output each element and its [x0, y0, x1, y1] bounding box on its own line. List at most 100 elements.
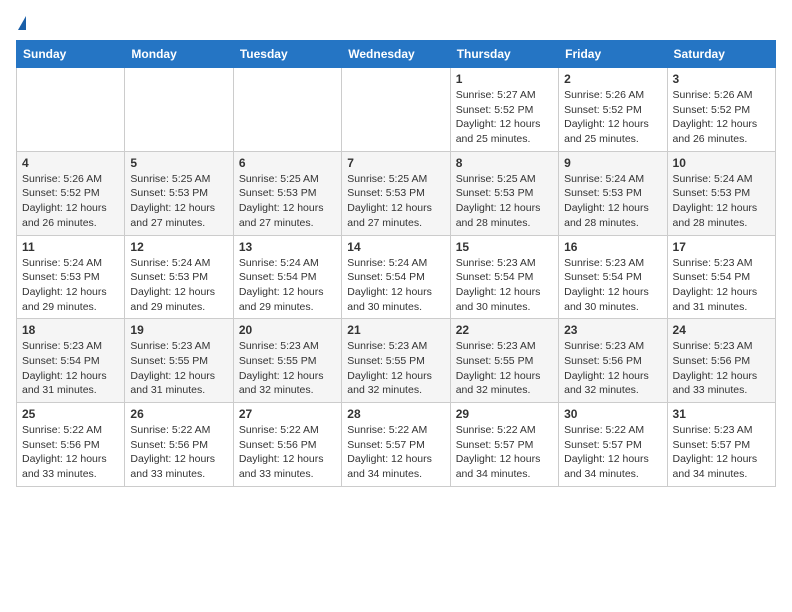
day-number: 1	[456, 72, 553, 86]
day-header-monday: Monday	[125, 41, 233, 68]
day-number: 25	[22, 407, 119, 421]
calendar-cell: 11 Sunrise: 5:24 AM Sunset: 5:53 PM Dayli…	[17, 235, 125, 319]
day-info: Sunrise: 5:23 AM Sunset: 5:55 PM Dayligh…	[130, 339, 227, 398]
calendar-cell: 10 Sunrise: 5:24 AM Sunset: 5:53 PM Dayli…	[667, 151, 775, 235]
day-number: 20	[239, 323, 336, 337]
calendar-cell: 28Sunrise: 5:22 AM Sunset: 5:57 PM Dayli…	[342, 403, 450, 487]
day-number: 26	[130, 407, 227, 421]
day-info: Sunrise: 5:23 AM Sunset: 5:57 PM Dayligh…	[673, 423, 770, 482]
day-header-saturday: Saturday	[667, 41, 775, 68]
calendar-week-row: 1 Sunrise: 5:27 AM Sunset: 5:52 PM Daylig…	[17, 68, 776, 152]
day-info: Sunrise: 5:23 AM Sunset: 5:56 PM Dayligh…	[564, 339, 661, 398]
day-info: Sunrise: 5:22 AM Sunset: 5:56 PM Dayligh…	[22, 423, 119, 482]
day-info: Sunrise: 5:26 AM Sunset: 5:52 PM Dayligh…	[673, 88, 770, 147]
calendar-cell: 17 Sunrise: 5:23 AM Sunset: 5:54 PM Dayli…	[667, 235, 775, 319]
day-info: Sunrise: 5:26 AM Sunset: 5:52 PM Dayligh…	[564, 88, 661, 147]
day-info: Sunrise: 5:24 AM Sunset: 5:53 PM Dayligh…	[564, 172, 661, 231]
day-header-wednesday: Wednesday	[342, 41, 450, 68]
calendar-cell: 4Sunrise: 5:26 AM Sunset: 5:52 PM Daylig…	[17, 151, 125, 235]
calendar-cell: 3 Sunrise: 5:26 AM Sunset: 5:52 PM Daylig…	[667, 68, 775, 152]
day-number: 17	[673, 240, 770, 254]
day-header-friday: Friday	[559, 41, 667, 68]
calendar-cell: 8Sunrise: 5:25 AM Sunset: 5:53 PM Daylig…	[450, 151, 558, 235]
calendar-cell: 1 Sunrise: 5:27 AM Sunset: 5:52 PM Daylig…	[450, 68, 558, 152]
day-info: Sunrise: 5:24 AM Sunset: 5:53 PM Dayligh…	[130, 256, 227, 315]
day-info: Sunrise: 5:25 AM Sunset: 5:53 PM Dayligh…	[347, 172, 444, 231]
calendar-cell: 13Sunrise: 5:24 AM Sunset: 5:54 PM Dayli…	[233, 235, 341, 319]
day-info: Sunrise: 5:25 AM Sunset: 5:53 PM Dayligh…	[130, 172, 227, 231]
day-info: Sunrise: 5:23 AM Sunset: 5:55 PM Dayligh…	[239, 339, 336, 398]
day-number: 23	[564, 323, 661, 337]
day-info: Sunrise: 5:24 AM Sunset: 5:54 PM Dayligh…	[347, 256, 444, 315]
day-number: 28	[347, 407, 444, 421]
day-number: 24	[673, 323, 770, 337]
calendar-cell	[233, 68, 341, 152]
calendar-cell: 23 Sunrise: 5:23 AM Sunset: 5:56 PM Dayli…	[559, 319, 667, 403]
day-info: Sunrise: 5:23 AM Sunset: 5:54 PM Dayligh…	[456, 256, 553, 315]
day-number: 31	[673, 407, 770, 421]
day-number: 18	[22, 323, 119, 337]
calendar-cell: 6 Sunrise: 5:25 AM Sunset: 5:53 PM Daylig…	[233, 151, 341, 235]
calendar-cell: 20 Sunrise: 5:23 AM Sunset: 5:55 PM Dayli…	[233, 319, 341, 403]
logo	[16, 16, 26, 32]
calendar-cell: 18 Sunrise: 5:23 AM Sunset: 5:54 PM Dayli…	[17, 319, 125, 403]
calendar-cell: 24 Sunrise: 5:23 AM Sunset: 5:56 PM Dayli…	[667, 319, 775, 403]
day-number: 5	[130, 156, 227, 170]
calendar-cell: 29 Sunrise: 5:22 AM Sunset: 5:57 PM Dayli…	[450, 403, 558, 487]
day-header-tuesday: Tuesday	[233, 41, 341, 68]
calendar-week-row: 18 Sunrise: 5:23 AM Sunset: 5:54 PM Dayli…	[17, 319, 776, 403]
calendar-cell	[342, 68, 450, 152]
day-info: Sunrise: 5:22 AM Sunset: 5:56 PM Dayligh…	[130, 423, 227, 482]
day-header-sunday: Sunday	[17, 41, 125, 68]
calendar-week-row: 25 Sunrise: 5:22 AM Sunset: 5:56 PM Dayli…	[17, 403, 776, 487]
day-info: Sunrise: 5:23 AM Sunset: 5:54 PM Dayligh…	[673, 256, 770, 315]
day-info: Sunrise: 5:23 AM Sunset: 5:55 PM Dayligh…	[347, 339, 444, 398]
day-info: Sunrise: 5:24 AM Sunset: 5:53 PM Dayligh…	[673, 172, 770, 231]
day-info: Sunrise: 5:24 AM Sunset: 5:54 PM Dayligh…	[239, 256, 336, 315]
calendar-cell	[125, 68, 233, 152]
calendar-cell: 26 Sunrise: 5:22 AM Sunset: 5:56 PM Dayli…	[125, 403, 233, 487]
day-number: 9	[564, 156, 661, 170]
day-number: 16	[564, 240, 661, 254]
logo-triangle-icon	[18, 16, 26, 30]
day-number: 15	[456, 240, 553, 254]
day-header-thursday: Thursday	[450, 41, 558, 68]
day-info: Sunrise: 5:26 AM Sunset: 5:52 PM Dayligh…	[22, 172, 119, 231]
calendar-cell: 31 Sunrise: 5:23 AM Sunset: 5:57 PM Dayli…	[667, 403, 775, 487]
calendar-cell	[17, 68, 125, 152]
day-info: Sunrise: 5:27 AM Sunset: 5:52 PM Dayligh…	[456, 88, 553, 147]
day-number: 12	[130, 240, 227, 254]
calendar-cell: 5 Sunrise: 5:25 AM Sunset: 5:53 PM Daylig…	[125, 151, 233, 235]
calendar-cell: 30 Sunrise: 5:22 AM Sunset: 5:57 PM Dayli…	[559, 403, 667, 487]
calendar-cell: 7 Sunrise: 5:25 AM Sunset: 5:53 PM Daylig…	[342, 151, 450, 235]
calendar-cell: 19Sunrise: 5:23 AM Sunset: 5:55 PM Dayli…	[125, 319, 233, 403]
calendar-cell: 16 Sunrise: 5:23 AM Sunset: 5:54 PM Dayli…	[559, 235, 667, 319]
day-number: 21	[347, 323, 444, 337]
day-info: Sunrise: 5:25 AM Sunset: 5:53 PM Dayligh…	[456, 172, 553, 231]
calendar-week-row: 11 Sunrise: 5:24 AM Sunset: 5:53 PM Dayli…	[17, 235, 776, 319]
page-header	[16, 16, 776, 32]
day-info: Sunrise: 5:23 AM Sunset: 5:56 PM Dayligh…	[673, 339, 770, 398]
calendar-cell: 21 Sunrise: 5:23 AM Sunset: 5:55 PM Dayli…	[342, 319, 450, 403]
day-info: Sunrise: 5:24 AM Sunset: 5:53 PM Dayligh…	[22, 256, 119, 315]
day-info: Sunrise: 5:23 AM Sunset: 5:54 PM Dayligh…	[22, 339, 119, 398]
day-number: 6	[239, 156, 336, 170]
day-info: Sunrise: 5:23 AM Sunset: 5:54 PM Dayligh…	[564, 256, 661, 315]
day-info: Sunrise: 5:23 AM Sunset: 5:55 PM Dayligh…	[456, 339, 553, 398]
day-number: 7	[347, 156, 444, 170]
day-number: 3	[673, 72, 770, 86]
day-number: 22	[456, 323, 553, 337]
calendar-cell: 2 Sunrise: 5:26 AM Sunset: 5:52 PM Daylig…	[559, 68, 667, 152]
day-info: Sunrise: 5:22 AM Sunset: 5:57 PM Dayligh…	[456, 423, 553, 482]
day-number: 27	[239, 407, 336, 421]
calendar-cell: 15 Sunrise: 5:23 AM Sunset: 5:54 PM Dayli…	[450, 235, 558, 319]
day-number: 2	[564, 72, 661, 86]
day-number: 10	[673, 156, 770, 170]
calendar-header-row: SundayMondayTuesdayWednesdayThursdayFrid…	[17, 41, 776, 68]
day-info: Sunrise: 5:22 AM Sunset: 5:57 PM Dayligh…	[564, 423, 661, 482]
day-info: Sunrise: 5:25 AM Sunset: 5:53 PM Dayligh…	[239, 172, 336, 231]
day-number: 30	[564, 407, 661, 421]
calendar-cell: 22 Sunrise: 5:23 AM Sunset: 5:55 PM Dayli…	[450, 319, 558, 403]
day-number: 29	[456, 407, 553, 421]
day-number: 11	[22, 240, 119, 254]
